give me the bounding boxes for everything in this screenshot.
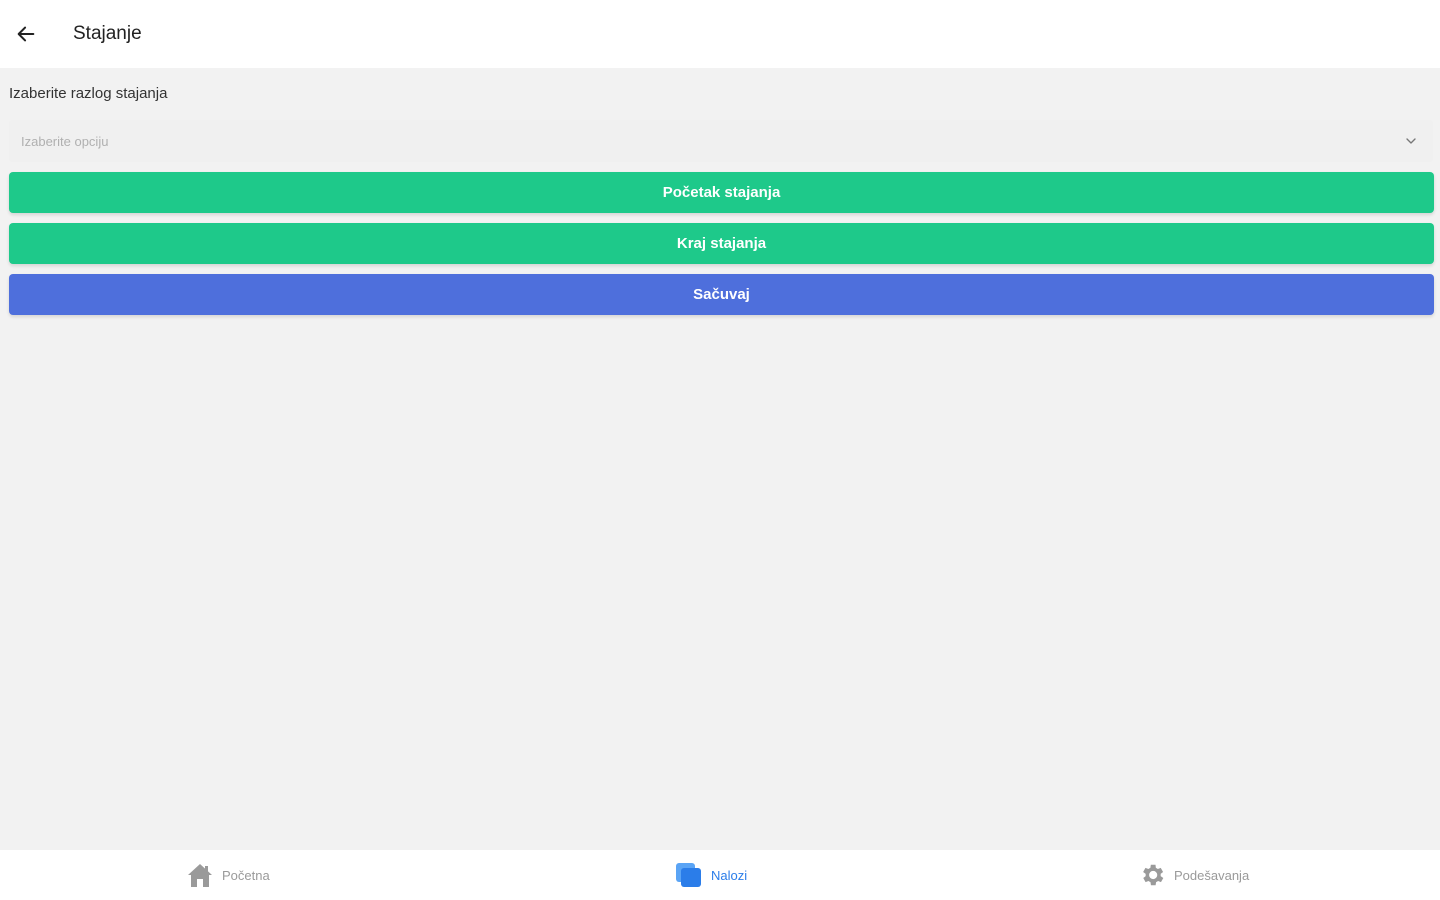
nav-item-settings[interactable]: Podešavanja — [1138, 850, 1249, 900]
nav-label-settings: Podešavanja — [1174, 867, 1250, 883]
bottom-navigation: Početna Nalozi Podešavanja — [0, 850, 1440, 900]
nav-item-orders[interactable]: Nalozi — [675, 850, 747, 900]
end-stop-button[interactable]: Kraj stajanja — [9, 223, 1434, 264]
start-stop-button[interactable]: Početak stajanja — [9, 172, 1434, 213]
nav-item-home[interactable]: Početna — [186, 850, 270, 900]
main-content: Izaberite razlog stajanja Izaberite opci… — [0, 68, 1440, 850]
gear-icon — [1138, 861, 1166, 889]
nav-label-home: Početna — [222, 867, 270, 883]
reason-select[interactable]: Izaberite opciju — [9, 120, 1433, 162]
page-title: Stajanje — [73, 23, 142, 44]
orders-icon — [675, 861, 703, 889]
home-icon — [186, 862, 214, 888]
reason-select-placeholder: Izaberite opciju — [21, 133, 109, 149]
save-button[interactable]: Sačuvaj — [9, 274, 1434, 315]
chevron-down-icon — [1403, 133, 1419, 149]
nav-label-orders: Nalozi — [711, 867, 748, 883]
back-button[interactable] — [12, 20, 40, 48]
top-app-bar: Stajanje — [0, 0, 1440, 68]
reason-label: Izaberite razlog stajanja — [9, 85, 168, 102]
app-root: Stajanje Izaberite razlog stajanja Izabe… — [0, 0, 1440, 900]
arrow-left-icon — [15, 23, 37, 45]
